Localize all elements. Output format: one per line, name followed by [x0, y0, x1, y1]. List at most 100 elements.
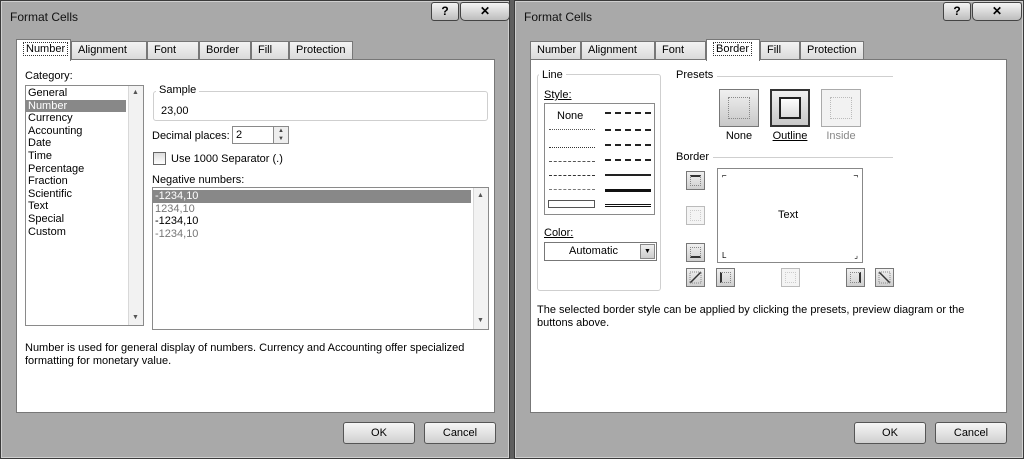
line-style-option[interactable] [549, 129, 595, 130]
line-style-option[interactable] [605, 159, 651, 161]
border-diagonal-down-button[interactable] [875, 268, 894, 287]
border-bottom-button[interactable] [686, 243, 705, 262]
tab-border[interactable]: Border [199, 41, 251, 60]
line-style-option[interactable] [605, 189, 651, 192]
border-left-button[interactable] [716, 268, 735, 287]
cancel-button[interactable]: Cancel [935, 422, 1007, 444]
tab-border[interactable]: Border [706, 39, 760, 61]
ok-button[interactable]: OK [343, 422, 415, 444]
chevron-down-icon[interactable]: ▼ [640, 244, 655, 259]
help-button[interactable]: ? [431, 2, 459, 21]
tab-alignment[interactable]: Alignment [581, 41, 655, 60]
tab-number[interactable]: Number [530, 41, 581, 60]
negative-numbers-scrollbar[interactable]: ▲ ▼ [473, 188, 488, 329]
line-style-option[interactable] [605, 144, 651, 146]
preset-inside-button[interactable] [821, 89, 861, 127]
corner-mark-icon: ⌐ [722, 171, 727, 180]
presets-separator [717, 76, 893, 77]
scroll-down-icon[interactable]: ▼ [477, 317, 484, 325]
border-middle-vertical-button[interactable] [781, 268, 800, 287]
preset-none-icon [728, 97, 750, 119]
category-item[interactable]: Text [26, 200, 143, 213]
chevron-down-icon[interactable]: ▼ [274, 135, 288, 143]
border-middle-horizontal-button[interactable] [686, 206, 705, 225]
dialog-title: Format Cells [10, 10, 79, 24]
category-item[interactable]: Number [26, 99, 126, 113]
preset-outline-button[interactable] [770, 89, 810, 127]
negative-number-option[interactable]: -1234,10 [153, 190, 471, 203]
category-scrollbar[interactable]: ▲ ▼ [128, 86, 143, 325]
border-tab-panel: Line Style: None Color: Automatic ▼ Pres… [530, 59, 1007, 413]
color-dropdown[interactable]: Automatic ▼ [544, 242, 657, 261]
corner-mark-icon: L [722, 251, 727, 260]
close-button[interactable]: ✕ [460, 2, 510, 21]
tab-protection[interactable]: Protection [800, 41, 864, 60]
line-style-option[interactable] [549, 189, 595, 190]
thousand-separator-label[interactable]: Use 1000 Separator (.) [171, 153, 283, 165]
category-description: Number is used for general display of nu… [25, 342, 465, 367]
line-style-none[interactable]: None [557, 110, 583, 122]
close-button[interactable]: ✕ [972, 2, 1022, 21]
category-list[interactable]: General Number Currency Accounting Date Time P… [25, 85, 144, 326]
negative-numbers-list[interactable]: -1234,10 1234,10 -1234,10 -1234,10 ▲ ▼ [152, 187, 489, 330]
line-style-selected[interactable] [548, 200, 595, 208]
sample-label: Sample [156, 84, 200, 96]
number-tab-panel: Category: General Number Currency Accountin… [16, 59, 495, 413]
border-bottom-icon [690, 247, 701, 258]
thousand-separator-checkbox[interactable] [153, 152, 166, 165]
tab-fill[interactable]: Fill [760, 41, 800, 60]
category-item[interactable]: Date [26, 137, 143, 150]
line-label: Line [539, 69, 566, 81]
ok-button[interactable]: OK [854, 422, 926, 444]
negative-number-option[interactable]: 1234,10 [153, 203, 488, 216]
line-style-option[interactable] [605, 174, 651, 176]
category-item[interactable]: Special [26, 213, 143, 226]
decimal-places-stepper[interactable]: ▲ ▼ [273, 126, 289, 144]
border-right-button[interactable] [846, 268, 865, 287]
category-item[interactable]: Scientific [26, 188, 143, 201]
border-diagonal-up-button[interactable] [686, 268, 705, 287]
tab-fill[interactable]: Fill [251, 41, 289, 60]
tab-font[interactable]: Font [655, 41, 706, 60]
scroll-up-icon[interactable]: ▲ [477, 192, 484, 200]
line-style-option[interactable] [605, 129, 651, 131]
help-icon: ? [953, 4, 961, 18]
category-item[interactable]: Custom [26, 226, 143, 239]
border-top-button[interactable] [686, 171, 705, 190]
negative-number-option[interactable]: -1234,10 [153, 215, 488, 228]
corner-mark-icon: ¬ [853, 171, 858, 180]
close-icon: ✕ [479, 4, 491, 18]
cancel-button[interactable]: Cancel [424, 422, 496, 444]
presets-label: Presets [676, 69, 714, 81]
color-value: Automatic [569, 245, 618, 257]
help-icon: ? [441, 4, 449, 18]
sample-group [153, 91, 488, 121]
dialog-title: Format Cells [524, 10, 593, 24]
category-item[interactable]: General [26, 87, 143, 100]
negative-number-option[interactable]: -1234,10 [153, 228, 488, 241]
decimal-places-input[interactable]: 2 [232, 126, 274, 144]
tab-font[interactable]: Font [147, 41, 199, 60]
format-cells-dialog-number: Format Cells ? ✕ Number Alignment Font B… [0, 0, 510, 459]
category-item[interactable]: Currency [26, 112, 143, 125]
line-style-grid[interactable]: None [544, 103, 655, 215]
scroll-down-icon[interactable]: ▼ [132, 314, 139, 322]
category-item[interactable]: Accounting [26, 125, 143, 138]
border-preview[interactable]: ⌐ ¬ L ⌟ Text [717, 168, 863, 263]
line-style-option[interactable] [549, 147, 595, 148]
tab-alignment[interactable]: Alignment [71, 41, 147, 60]
tab-number[interactable]: Number [16, 39, 71, 61]
preset-none-button[interactable] [719, 89, 759, 127]
sample-value: 23,00 [161, 105, 189, 117]
category-item[interactable]: Time [26, 150, 143, 163]
line-style-option[interactable] [549, 161, 595, 162]
help-button[interactable]: ? [943, 2, 971, 21]
tab-protection[interactable]: Protection [289, 41, 353, 60]
category-item[interactable]: Fraction [26, 175, 143, 188]
chevron-up-icon[interactable]: ▲ [274, 127, 288, 135]
line-style-option[interactable] [605, 204, 651, 207]
line-style-option[interactable] [605, 112, 651, 114]
category-item[interactable]: Percentage [26, 163, 143, 176]
scroll-up-icon[interactable]: ▲ [132, 89, 139, 97]
line-style-option[interactable] [549, 175, 595, 176]
